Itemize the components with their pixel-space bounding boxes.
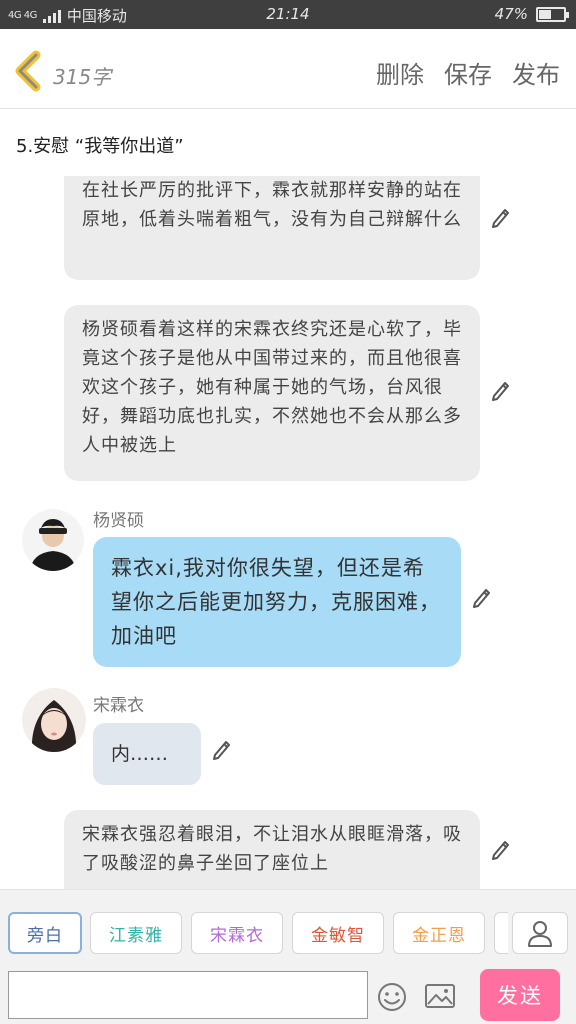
pencil-icon[interactable] [471, 586, 491, 608]
pencil-icon[interactable] [211, 738, 231, 760]
role-label: 宋霖衣 [210, 925, 264, 946]
clock: 21:14 [266, 5, 310, 23]
editor-header: 315字 删除 保存 发布 [0, 29, 576, 109]
publish-button[interactable]: 发布 [512, 55, 560, 90]
pencil-icon[interactable] [490, 379, 510, 401]
avatar-male-image [22, 509, 84, 571]
role-tab-narrator[interactable]: 旁白 [8, 912, 82, 954]
back-button[interactable] [10, 49, 50, 93]
role-tab[interactable]: 宋霖衣 [191, 912, 283, 954]
avatar-female-image [22, 688, 86, 752]
header-actions: 删除 保存 发布 [376, 55, 560, 90]
word-count: 315字 [53, 65, 112, 89]
dialogue-bubble[interactable]: 霖衣xi,我对你很失望，但还是希望你之后能更加努力，克服困难，加油吧 [93, 537, 461, 667]
battery-icon [536, 6, 569, 22]
role-selector: 旁白 江素雅 宋霖衣 金敏智 金正恩 [0, 889, 576, 967]
story-chat-area[interactable]: 在社长严厉的批评下，霖衣就那样安静的站在原地，低着头喘着粗气，没有为自己辩解什么… [0, 176, 576, 889]
role-label: 金正恩 [412, 925, 466, 946]
status-bar: 4G 4G 中国移动 21:14 47% [0, 0, 576, 29]
save-button[interactable]: 保存 [444, 55, 492, 90]
message-input[interactable] [8, 971, 368, 1019]
speaker-name: 宋霖衣 [93, 696, 144, 716]
role-tab[interactable]: 金敏智 [292, 912, 384, 954]
send-button[interactable]: 发送 [480, 969, 560, 1021]
add-role-button[interactable] [512, 912, 568, 954]
battery-percent: 47% [494, 5, 528, 23]
role-label: 江素雅 [109, 925, 163, 946]
narration-bubble[interactable]: 杨贤硕看着这样的宋霖衣终究还是心软了，毕竟这个孩子是他从中国带过来的，而且他很喜… [64, 305, 480, 481]
narration-bubble[interactable]: 宋霖衣强忍着眼泪，不让泪水从眼眶滑落，吸了吸酸涩的鼻子坐回了座位上 [64, 810, 480, 889]
role-tab[interactable]: 江素雅 [90, 912, 182, 954]
role-label: 旁白 [27, 925, 63, 946]
status-right: 47% [494, 5, 569, 23]
role-tab-overflow[interactable] [494, 912, 508, 954]
avatar[interactable] [22, 688, 86, 752]
speaker-name: 杨贤硕 [93, 511, 144, 531]
compose-bar: 发送 [0, 967, 576, 1024]
role-tab[interactable]: 金正恩 [393, 912, 485, 954]
avatar[interactable] [22, 509, 84, 571]
add-person-icon [528, 921, 552, 947]
role-label: 金敏智 [311, 925, 365, 946]
dialogue-bubble[interactable]: 内…… [93, 723, 201, 785]
image-icon[interactable] [424, 982, 456, 1010]
pencil-icon[interactable] [490, 206, 510, 228]
back-chevron-icon [15, 50, 41, 92]
pencil-icon[interactable] [490, 838, 510, 860]
narration-bubble[interactable]: 在社长严厉的批评下，霖衣就那样安静的站在原地，低着头喘着粗气，没有为自己辩解什么 [64, 176, 480, 280]
delete-button[interactable]: 删除 [376, 55, 424, 90]
chapter-title: 5.安慰 “我等你出道” [16, 136, 184, 157]
emoji-icon[interactable] [376, 981, 408, 1013]
